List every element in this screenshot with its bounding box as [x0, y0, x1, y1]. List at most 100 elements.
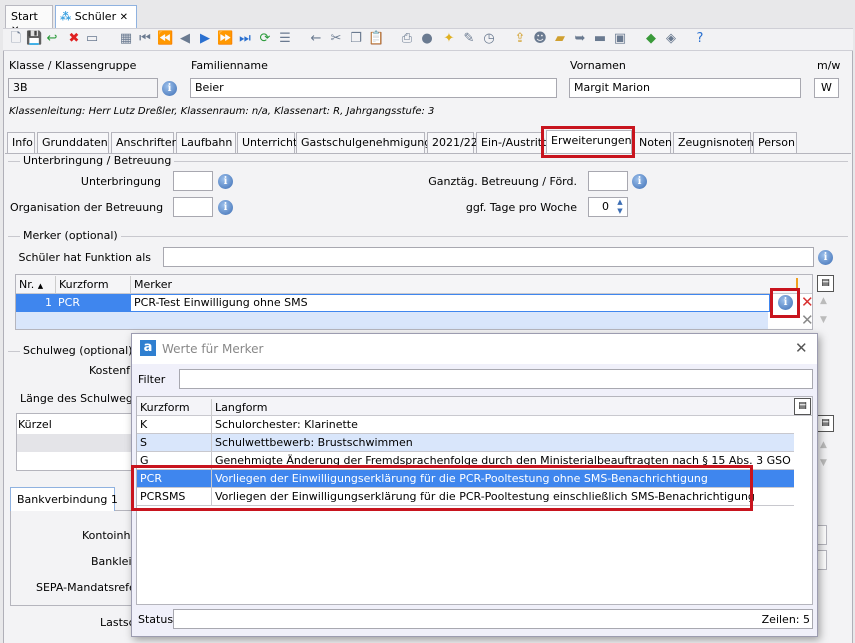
- cell-kurzform: S: [140, 436, 147, 449]
- group-title-unterbringung: Unterbringung / Betreuung: [20, 154, 175, 167]
- mw-field[interactable]: W: [814, 78, 839, 98]
- cancel-icon[interactable]: ✕: [801, 311, 814, 329]
- clock-icon[interactable]: ◷: [481, 31, 497, 47]
- column-header-kurzform[interactable]: Kurzform: [55, 276, 130, 294]
- column-header-kurzform[interactable]: Kurzform: [137, 399, 211, 417]
- scroll-up-icon[interactable]: ▲: [820, 440, 827, 450]
- vornamen-field[interactable]: Margit Marion: [569, 78, 801, 98]
- help-icon[interactable]: ?: [692, 31, 708, 47]
- scroll-up-icon[interactable]: ▲: [820, 296, 827, 306]
- tab-info[interactable]: Info: [7, 132, 35, 153]
- save-icon[interactable]: 💾: [26, 31, 42, 47]
- prev-icon[interactable]: ◀: [177, 31, 193, 47]
- scroll-down-icon[interactable]: ▼: [820, 458, 827, 468]
- column-menu-icon[interactable]: ▤: [817, 275, 834, 292]
- delete-icon[interactable]: ✕: [801, 293, 814, 311]
- cell-kurzform: PCRSMS: [140, 490, 186, 503]
- tab-2021-22[interactable]: 2021/22: [427, 132, 478, 153]
- klasse-info-line: Klassenleitung: Herr Lutz Dreßler, Klass…: [9, 106, 435, 117]
- tab-erweiterungen[interactable]: Erweiterungen: [546, 130, 632, 154]
- column-header-langform[interactable]: Langform: [211, 399, 511, 417]
- column-menu-icon[interactable]: ▤: [817, 415, 834, 432]
- info-icon[interactable]: i: [218, 200, 233, 215]
- tool2-icon[interactable]: ◈: [663, 31, 679, 47]
- dialog-title: Werte für Merker: [162, 342, 264, 356]
- info-icon[interactable]: i: [162, 81, 177, 96]
- next-icon[interactable]: ▶: [197, 31, 213, 47]
- person-icon[interactable]: ☻: [532, 31, 548, 47]
- info-icon[interactable]: i: [218, 174, 233, 189]
- remove-icon[interactable]: ▭: [84, 31, 100, 47]
- disc-icon[interactable]: ●: [419, 31, 435, 47]
- tool-icon[interactable]: ◆: [643, 31, 659, 47]
- back-icon[interactable]: ←: [308, 31, 324, 47]
- tab-gastschulgenehmigung[interactable]: Gastschulgenehmigung: [296, 132, 431, 153]
- unterbringung-field[interactable]: [173, 171, 213, 191]
- delete-icon[interactable]: ✖: [66, 31, 82, 47]
- organisation-field[interactable]: [173, 197, 213, 217]
- table-row[interactable]: [17, 434, 135, 452]
- rows-count: Zeilen: 5: [761, 613, 810, 626]
- filter-input[interactable]: [179, 369, 813, 389]
- info-icon[interactable]: i: [632, 174, 647, 189]
- cell-nr: 1: [45, 296, 52, 309]
- ganztag-field[interactable]: [588, 171, 628, 191]
- vornamen-label: Vornamen: [570, 59, 626, 72]
- familienname-label: Familienname: [191, 59, 268, 72]
- next-page-icon[interactable]: ⏩: [217, 31, 233, 47]
- close-icon[interactable]: ✕: [795, 339, 808, 357]
- sort-asc-icon: ▲: [37, 282, 44, 290]
- spinner-arrows-icon[interactable]: ▲ ▼: [613, 198, 627, 216]
- info-icon[interactable]: i: [778, 295, 793, 310]
- cell-kurzform: K: [140, 418, 148, 431]
- tab-bankverbindung-1[interactable]: Bankverbindung 1: [10, 487, 118, 511]
- export-icon[interactable]: ⇪: [512, 31, 528, 47]
- familienname-field[interactable]: Beier: [190, 78, 557, 98]
- folder-arrow-icon[interactable]: ➥: [572, 31, 588, 47]
- doc-tab-schueler[interactable]: ⁂ Schüler ✕: [55, 5, 137, 29]
- cut-icon[interactable]: ✂: [328, 31, 344, 47]
- tab-grunddaten[interactable]: Grunddaten: [37, 132, 109, 153]
- folder-icon[interactable]: ▰: [552, 31, 568, 47]
- info-icon[interactable]: i: [818, 250, 833, 265]
- column-header-nr[interactable]: Nr. ▲: [16, 276, 56, 294]
- tab-ein-austritt[interactable]: Ein-/Austritt: [476, 132, 546, 153]
- tab-anschriften[interactable]: Anschriften: [111, 132, 179, 153]
- refresh-icon[interactable]: ⟳: [257, 31, 273, 47]
- tab-person[interactable]: Person: [753, 132, 797, 153]
- table-row-new[interactable]: [16, 312, 768, 329]
- funktion-field[interactable]: [163, 247, 814, 267]
- bulb-icon[interactable]: ✦: [441, 31, 457, 47]
- tab-laufbahn[interactable]: Laufbahn: [176, 132, 236, 153]
- klasse-field[interactable]: 3B: [8, 78, 158, 98]
- mw-label: m/w: [817, 59, 841, 72]
- column-header-merker[interactable]: Merker: [130, 276, 430, 294]
- tab-noten[interactable]: Noten: [634, 132, 672, 153]
- students-icon: ⁂: [60, 10, 72, 23]
- close-icon[interactable]: ✕: [120, 12, 128, 23]
- tage-label: ggf. Tage pro Woche: [465, 201, 577, 214]
- tab-unterricht[interactable]: Unterricht: [237, 132, 297, 153]
- cell-merker-editor[interactable]: PCR-Test Einwilligung ohne SMS: [130, 294, 770, 312]
- last-icon[interactable]: ⏭: [237, 31, 253, 47]
- column-header-kuerzel[interactable]: Kürzel: [18, 418, 52, 431]
- doc-tab-start[interactable]: Start ✕: [5, 5, 53, 36]
- laenge-label: Länge des Schulwegs: [20, 392, 139, 405]
- table-icon[interactable]: ▦: [118, 31, 134, 47]
- column-menu-icon[interactable]: ▤: [794, 398, 811, 415]
- edit-icon[interactable]: ✎: [461, 31, 477, 47]
- tab-zeugnisnoten[interactable]: Zeugnisnoten: [673, 132, 754, 153]
- scroll-down-icon[interactable]: ▼: [820, 315, 827, 325]
- id-card-icon[interactable]: ▣: [612, 31, 628, 47]
- paste-icon[interactable]: 📋: [368, 31, 384, 47]
- doc-tab-label: Schüler: [74, 10, 117, 23]
- print-icon[interactable]: ⎙: [399, 31, 415, 47]
- chat-icon[interactable]: ▬: [592, 31, 608, 47]
- filter-label: Filter: [138, 373, 166, 386]
- undo-icon[interactable]: ↩: [44, 31, 60, 47]
- copy-icon[interactable]: ❐: [348, 31, 364, 47]
- list-icon[interactable]: ☰: [277, 31, 293, 47]
- new-icon[interactable]: 🗋: [8, 31, 24, 47]
- first-icon[interactable]: ⏮: [137, 31, 153, 47]
- prev-page-icon[interactable]: ⏪: [157, 31, 173, 47]
